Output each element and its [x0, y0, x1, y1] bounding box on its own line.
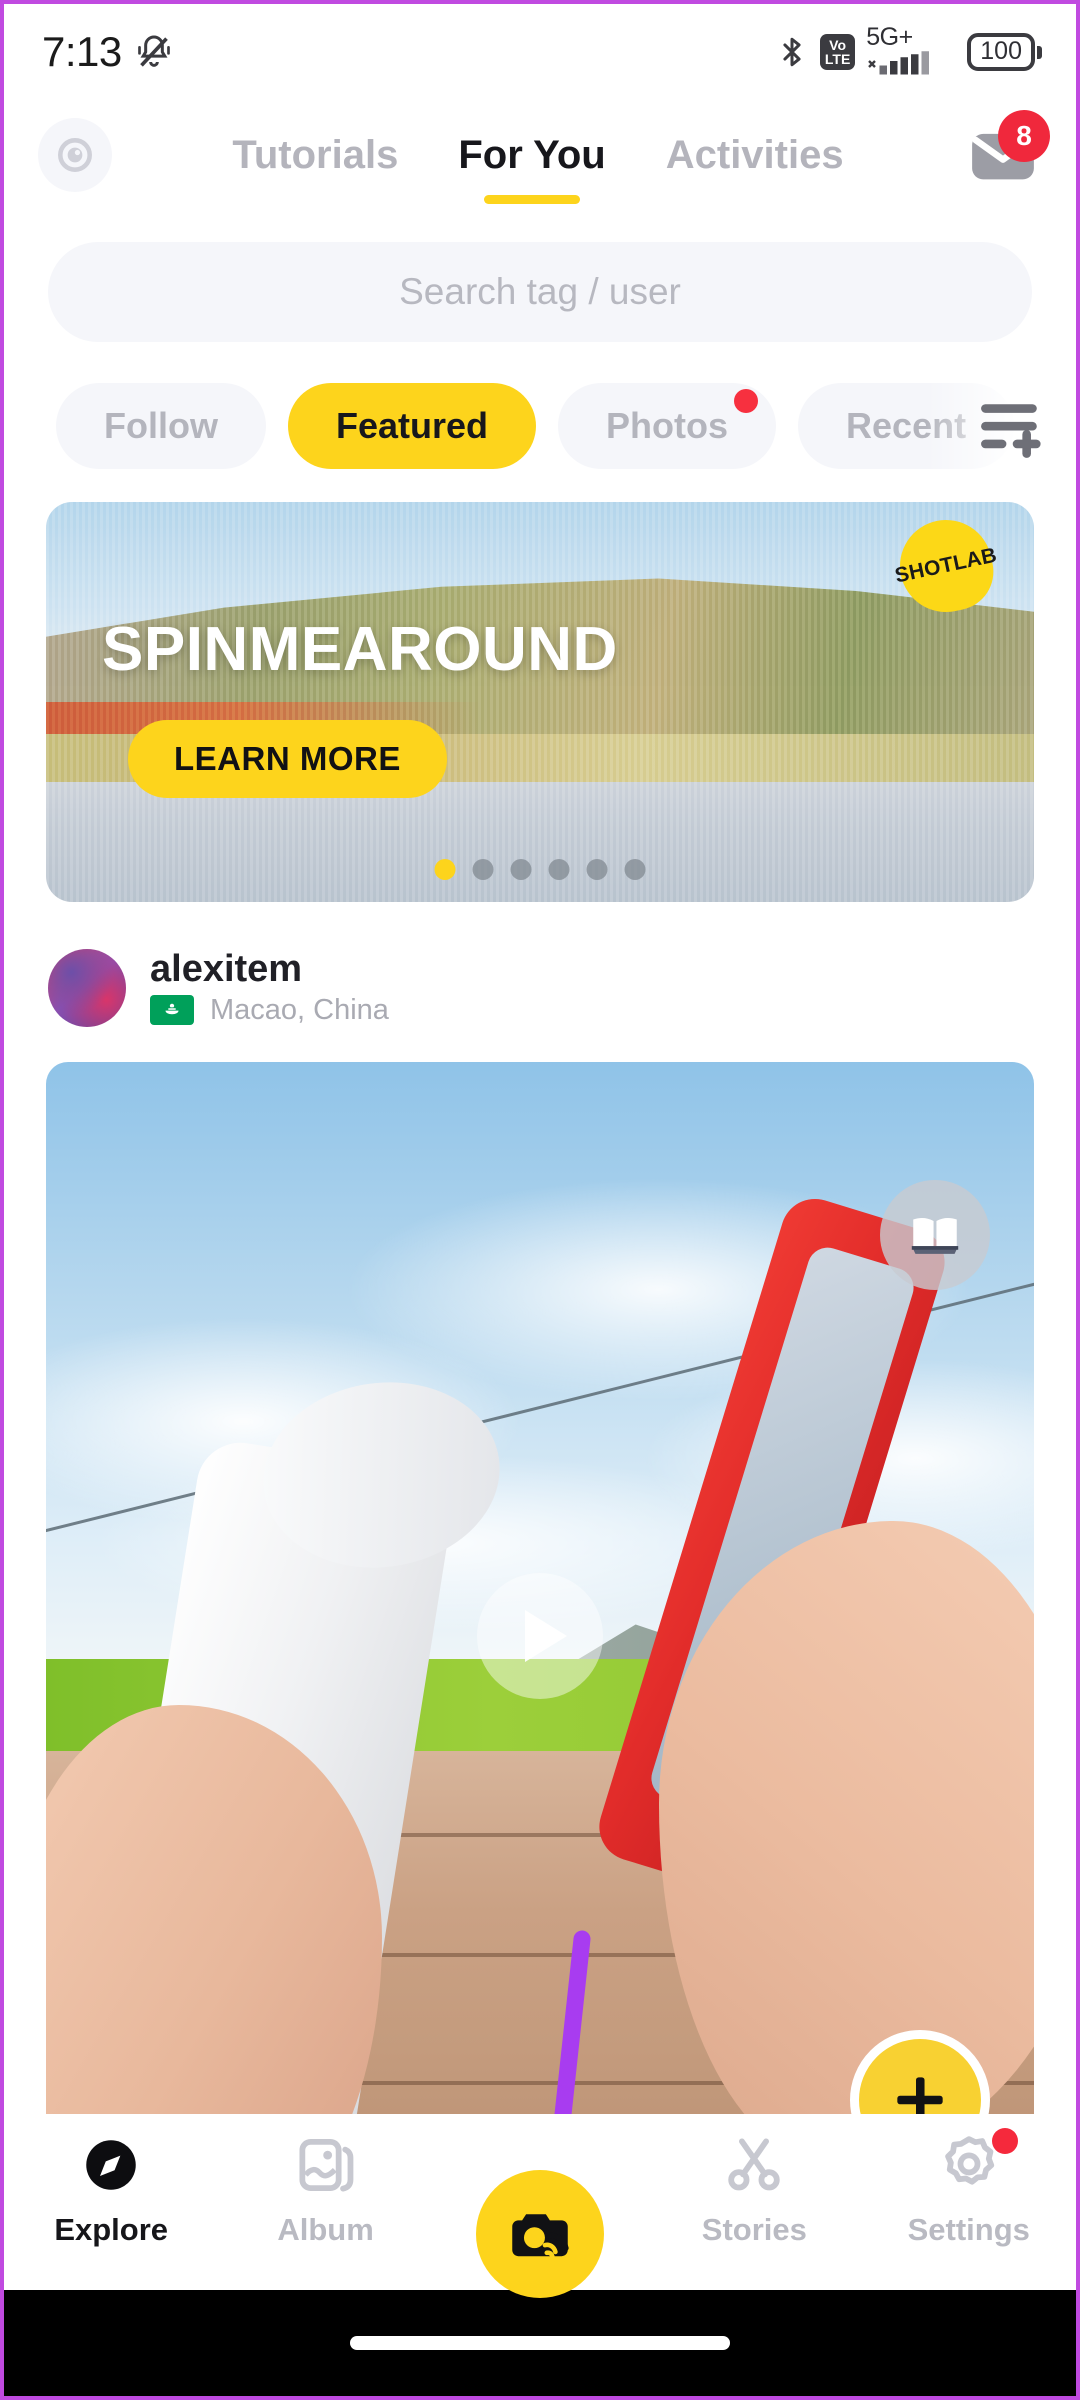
tab-activities[interactable]: Activities [636, 133, 874, 178]
search-input[interactable]: Search tag / user [399, 271, 681, 313]
chip-label: Photos [606, 405, 729, 446]
promo-banner[interactable]: SPINMEAROUND LEARN MORE SHOTLAB [46, 502, 1034, 902]
nav-label: Stories [701, 2212, 807, 2247]
home-indicator[interactable] [350, 2336, 730, 2350]
filter-chip-row: Follow Featured Photos Recent [4, 376, 1076, 476]
tab-label: Activities [665, 132, 844, 177]
scissors-icon [721, 2132, 787, 2198]
tab-label: Tutorials [232, 132, 399, 177]
nav-item-settings[interactable]: Settings [874, 2128, 1064, 2248]
tab-active-underline [484, 194, 581, 204]
tab-label: For You [458, 132, 606, 177]
tab-for-you[interactable]: For You [428, 132, 635, 204]
battery-indicator: 100 [967, 33, 1042, 71]
carousel-dot[interactable] [472, 859, 494, 880]
carousel-dot[interactable] [548, 859, 570, 880]
status-bar-right: Vo LTE 5G+ 100 [775, 23, 1042, 78]
carousel-dot[interactable] [586, 859, 608, 880]
search-bar[interactable]: Search tag / user [48, 242, 1032, 342]
compass-icon [78, 2132, 144, 2198]
camera-button[interactable] [476, 2170, 604, 2298]
camera-lens-button[interactable] [38, 118, 112, 192]
nav-label: Settings [907, 2212, 1030, 2247]
bluetooth-icon [775, 33, 809, 71]
filter-add-icon [976, 396, 1052, 458]
carousel-dot[interactable] [624, 859, 646, 880]
tab-tutorials[interactable]: Tutorials [202, 133, 428, 178]
banner-badge-label: SHOTLAB [892, 543, 999, 588]
avatar[interactable] [48, 949, 126, 1027]
banner-background [46, 502, 1034, 902]
nav-item-stories[interactable]: Stories [659, 2132, 849, 2248]
chip-follow[interactable]: Follow [56, 383, 266, 469]
post-header: alexitem Macao, China [48, 928, 1032, 1048]
play-button[interactable] [477, 1573, 603, 1699]
open-book-icon [906, 1206, 964, 1264]
chip-notification-dot [734, 389, 759, 413]
top-navigation-bar: Tutorials For You Activities 8 [4, 100, 1076, 210]
carousel-dot[interactable] [434, 859, 456, 880]
signal-bars-icon [866, 50, 956, 78]
battery-level: 100 [967, 33, 1035, 71]
open-book-button[interactable] [880, 1180, 990, 1290]
post-location-row: Macao, China [150, 994, 389, 1027]
post-location: Macao, China [210, 993, 389, 1026]
banner-learn-more-button[interactable]: LEARN MORE [128, 720, 447, 798]
status-bar: 7:13 Vo LTE 5G+ 100 [4, 4, 1076, 100]
bell-muted-icon [134, 32, 174, 72]
nav-item-album[interactable]: Album [231, 2132, 421, 2248]
banner-title: SPINMEAROUND [102, 615, 618, 684]
banner-carousel-dots [434, 859, 646, 880]
play-icon [525, 1610, 567, 1662]
banner-cta-label: LEARN MORE [174, 740, 401, 777]
inbox-button[interactable]: 8 [964, 110, 1050, 194]
tab-list: Tutorials For You Activities [112, 132, 964, 204]
network-label: 5G+ [866, 23, 913, 52]
post-username[interactable]: alexitem [150, 950, 389, 988]
nav-item-explore[interactable]: Explore [16, 2132, 206, 2248]
settings-notification-dot [991, 2128, 1018, 2154]
volte-icon: Vo LTE [819, 34, 856, 70]
camera-wifi-icon [503, 2197, 577, 2271]
album-icon [293, 2132, 359, 2198]
battery-tip [1037, 45, 1042, 59]
chip-photos[interactable]: Photos [558, 383, 777, 469]
filter-add-button[interactable] [976, 396, 1052, 458]
chip-label: Follow [104, 405, 218, 446]
nav-label: Explore [54, 2212, 169, 2247]
carousel-dot[interactable] [510, 859, 532, 880]
post-media[interactable] [46, 1062, 1034, 2210]
phone-screen: 7:13 Vo LTE 5G+ 100 Tutorials For You Ac… [0, 0, 1080, 2400]
chip-featured[interactable]: Featured [287, 383, 537, 469]
gesture-bar [4, 2290, 1076, 2396]
camera-lens-icon [54, 134, 96, 176]
status-bar-left: 7:13 [42, 28, 174, 76]
chip-label: Featured [335, 405, 489, 446]
post-meta: alexitem Macao, China [150, 950, 389, 1027]
network-indicator: 5G+ [866, 23, 956, 78]
nav-label: Album [277, 2212, 374, 2247]
macao-flag-icon [150, 995, 194, 1025]
status-time: 7:13 [42, 28, 122, 75]
inbox-badge: 8 [998, 110, 1050, 162]
